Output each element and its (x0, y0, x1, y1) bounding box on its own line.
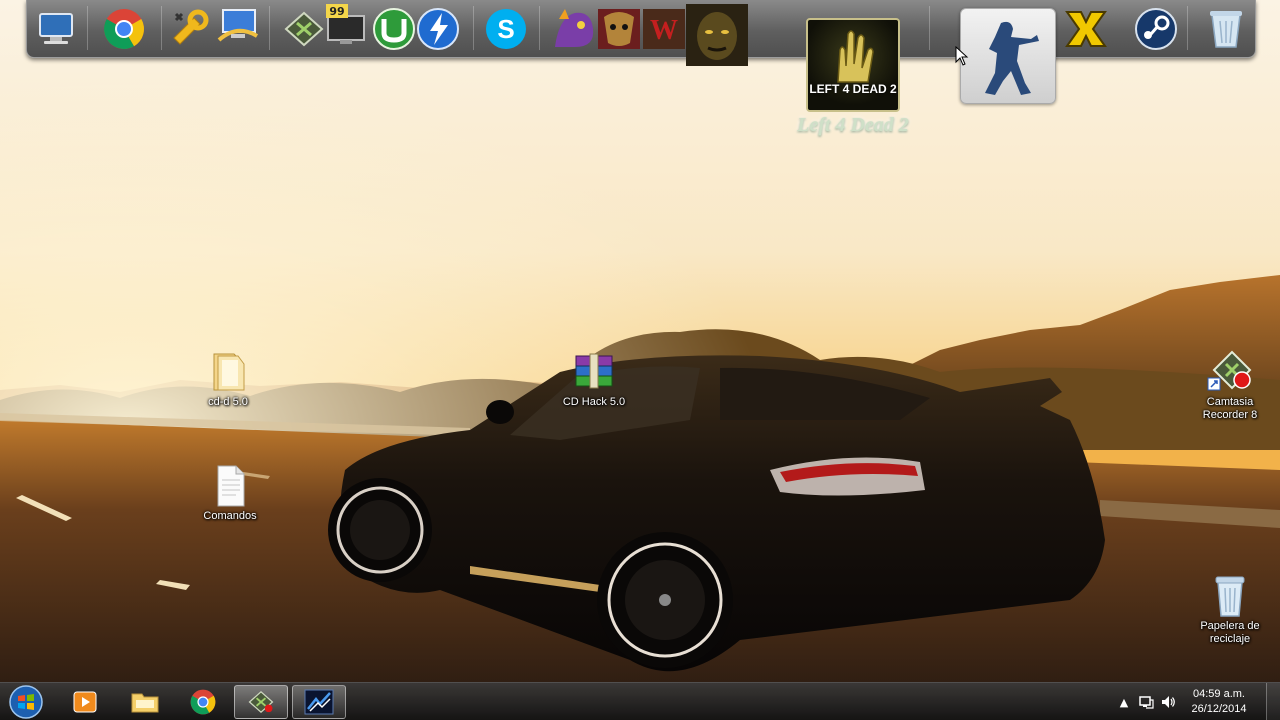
dock-separator (929, 6, 930, 50)
network-icon[interactable] (1138, 694, 1154, 710)
computer-icon[interactable] (32, 5, 80, 53)
taskbar-clock[interactable]: 04:59 a.m. 26/12/2014 (1184, 687, 1254, 717)
steam-icon[interactable] (1132, 5, 1180, 53)
counter-strike-icon[interactable] (960, 8, 1056, 104)
mouse-cursor-icon (955, 45, 969, 70)
game-spyro-icon[interactable] (550, 5, 598, 53)
start-button[interactable] (6, 684, 46, 720)
svg-text:W: W (650, 15, 678, 46)
show-desktop-button[interactable] (1266, 683, 1280, 720)
folder-icon (213, 353, 245, 391)
clock-date: 26/12/2014 (1191, 703, 1247, 715)
dock-separator (539, 6, 540, 50)
windows-logo-icon (9, 685, 43, 719)
camtasia-icon (248, 690, 274, 714)
monitor-icon[interactable]: 99 (322, 3, 370, 51)
taskbar-camtasia-button[interactable] (234, 685, 288, 719)
camtasia-icon[interactable] (280, 5, 328, 53)
chrome-icon[interactable] (100, 5, 148, 53)
chevron-up-icon: ▲ (1119, 695, 1129, 709)
desktop-icon-cd-d[interactable]: cd-d 5.0 (188, 348, 268, 409)
dock-hover-label: Left 4 Dead 2 (797, 114, 909, 136)
camtasia-recorder-icon (1207, 350, 1252, 391)
taskbar: ▲ 04:59 a.m. 26/12/2014 (0, 682, 1280, 720)
svg-text:S: S (497, 14, 514, 44)
show-hidden-icons-button[interactable]: ▲ (1116, 694, 1132, 710)
daemon-tools-icon[interactable] (414, 5, 462, 53)
tools-icon[interactable] (166, 5, 214, 53)
game-face-icon[interactable] (686, 4, 748, 66)
chrome-icon (190, 689, 216, 715)
desktop-icon-recycle-bin[interactable]: Papelera de reciclaje (1190, 572, 1270, 646)
file-explorer-icon (131, 693, 159, 713)
clock-time: 04:59 a.m. (1193, 688, 1245, 700)
dock-separator (473, 6, 474, 50)
taskbar-daemon-tools-button[interactable] (292, 685, 346, 719)
desktop-icon-label: cd-d 5.0 (208, 396, 248, 408)
game-wolfenstein-icon[interactable]: W (640, 5, 688, 53)
taskbar-chrome-button[interactable] (176, 685, 230, 719)
dock-separator (269, 6, 270, 50)
left4dead2-icon[interactable]: LEFT 4 DEAD 2 (806, 18, 900, 112)
network-monitor-icon[interactable] (214, 4, 262, 52)
system-tray: ▲ 04:59 a.m. 26/12/2014 (1110, 683, 1280, 720)
l4d-logo-text: LEFT 4 DEAD 2 (809, 82, 897, 96)
winrar-archive-icon (575, 353, 613, 389)
utorrent-icon[interactable] (370, 5, 418, 53)
dock-separator (1187, 6, 1188, 50)
volume-icon[interactable] (1160, 694, 1176, 710)
desktop-icon-label: Papelera de reciclaje (1200, 620, 1260, 645)
desktop-icon-cd-hack[interactable]: CD Hack 5.0 (554, 348, 634, 409)
recycle-bin-icon (1215, 576, 1245, 617)
daemon-tools-icon (304, 689, 334, 715)
game-mask-icon[interactable] (595, 5, 643, 53)
desktop-icon-label: Comandos (203, 510, 257, 522)
skype-icon[interactable]: S (482, 5, 530, 53)
dock-separator (87, 6, 88, 50)
desktop-icon-comandos[interactable]: Comandos (190, 462, 270, 523)
xfire-icon[interactable] (1062, 5, 1110, 53)
taskbar-media-player-button[interactable] (58, 685, 112, 719)
desktop-icon-label: Camtasia Recorder 8 (1202, 396, 1258, 421)
desktop-icon-camtasia-recorder[interactable]: Camtasia Recorder 8 (1190, 348, 1270, 422)
dock-separator (161, 6, 162, 50)
desktop-icon-label: CD Hack 5.0 (562, 396, 626, 408)
text-document-icon (217, 465, 245, 507)
taskbar-file-explorer-button[interactable] (118, 685, 172, 719)
media-player-icon (73, 691, 97, 713)
recycle-bin-icon[interactable] (1202, 5, 1250, 53)
monitor-badge: 99 (329, 5, 344, 18)
